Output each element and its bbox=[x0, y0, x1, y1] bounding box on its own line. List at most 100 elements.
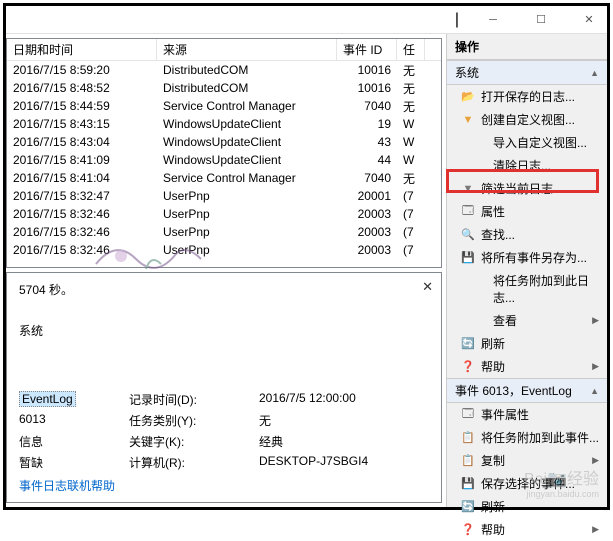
action-item[interactable]: 🗔 属性 bbox=[447, 200, 607, 223]
action-item[interactable]: 📂打开保存的日志... bbox=[447, 85, 607, 108]
submenu-arrow: ▶ bbox=[592, 361, 599, 372]
table-row[interactable]: 2016/7/15 8:44:59Service Control Manager… bbox=[7, 97, 441, 115]
action-item[interactable]: ▼ 创建自定义视图... bbox=[447, 108, 607, 131]
info-value: 信息 bbox=[19, 433, 129, 450]
table-row[interactable]: 2016/7/15 8:41:09WindowsUpdateClient44W bbox=[7, 151, 441, 169]
action-icon: 💾 bbox=[461, 251, 475, 265]
table-row[interactable]: 2016/7/15 8:32:46UserPnp20003(7 bbox=[7, 205, 441, 223]
action-label: 将任务附加到此事件... bbox=[481, 429, 599, 446]
section-system[interactable]: 系统▲ bbox=[447, 60, 607, 85]
actions-pane: 操作 系统▲ 📂打开保存的日志... ▼ 创建自定义视图... 导入自定义视图... 清… bbox=[447, 34, 607, 507]
action-label: 打开保存的日志... bbox=[481, 88, 599, 105]
col-id[interactable]: 事件 ID bbox=[337, 39, 397, 60]
taskcat-value: 无 bbox=[259, 412, 429, 429]
tmp-value: 暂缺 bbox=[19, 454, 129, 471]
pipe: | bbox=[455, 11, 459, 29]
action-item[interactable]: 💾 将所有事件另存为... bbox=[447, 246, 607, 269]
table-row[interactable]: 2016/7/15 8:32:46UserPnp20003(7 bbox=[7, 241, 441, 259]
action-icon: ❓ bbox=[461, 523, 475, 537]
keyword-value: 经典 bbox=[259, 433, 429, 450]
action-icon: 🔄 bbox=[461, 337, 475, 351]
actions-title: 操作 bbox=[447, 34, 607, 60]
action-item[interactable]: ❓ 帮助 ▶ bbox=[447, 355, 607, 378]
table-row[interactable]: 2016/7/15 8:32:46UserPnp20003(7 bbox=[7, 223, 441, 241]
keyword-label: 关键字(K): bbox=[129, 433, 259, 450]
table-row[interactable]: 2016/7/15 8:41:04Service Control Manager… bbox=[7, 169, 441, 187]
action-item[interactable]: 💾 保存选择的事件... bbox=[447, 472, 607, 495]
action-item[interactable]: 🗔 事件属性 bbox=[447, 403, 607, 426]
table-row[interactable]: 2016/7/15 8:59:20DistributedCOM10016无 bbox=[7, 61, 441, 79]
action-label: 刷新 bbox=[481, 335, 599, 352]
action-icon: 🔄 bbox=[461, 500, 475, 514]
action-item[interactable]: 导入自定义视图... bbox=[447, 131, 607, 154]
action-item[interactable]: 清除日志... bbox=[447, 154, 607, 177]
action-label: 将所有事件另存为... bbox=[481, 249, 599, 266]
action-label: 复制 bbox=[481, 452, 586, 469]
action-icon: ▼ bbox=[461, 113, 475, 127]
action-item[interactable]: ❓ 帮助 ▶ bbox=[447, 518, 607, 541]
table-row[interactable]: 2016/7/15 8:32:47UserPnp20001(7 bbox=[7, 187, 441, 205]
submenu-arrow: ▶ bbox=[592, 524, 599, 535]
col-task[interactable]: 任 bbox=[397, 39, 425, 60]
action-item[interactable]: 📋 复制 ▶ bbox=[447, 449, 607, 472]
collapse-icon: ▲ bbox=[590, 386, 599, 396]
table-row[interactable]: 2016/7/15 8:43:04WindowsUpdateClient43W bbox=[7, 133, 441, 151]
action-icon: 🗔 bbox=[461, 408, 475, 422]
action-label: 帮助 bbox=[481, 521, 586, 538]
detail-pane: ✕ 5704 秒。 系统 EventLog 记录时间(D): 2016/7/5 … bbox=[6, 272, 442, 503]
action-label: 事件属性 bbox=[481, 406, 599, 423]
action-icon: ❓ bbox=[461, 360, 475, 374]
uptime-text: 5704 秒。 bbox=[19, 281, 429, 298]
action-icon: 📋 bbox=[461, 454, 475, 468]
action-icon bbox=[473, 159, 487, 173]
table-header: 日期和时间 来源 事件 ID 任 bbox=[7, 39, 441, 61]
submenu-arrow: ▶ bbox=[592, 455, 599, 466]
action-item[interactable]: 🔄 刷新 bbox=[447, 332, 607, 355]
action-icon: 🔍 bbox=[461, 228, 475, 242]
action-icon: ▼ bbox=[461, 182, 475, 196]
action-label: 将任务附加到此日志... bbox=[493, 272, 599, 306]
taskcat-label: 任务类别(Y): bbox=[129, 412, 259, 429]
action-item[interactable]: 查看 ▶ bbox=[447, 309, 607, 332]
minimize-button[interactable]: ─ bbox=[479, 10, 507, 30]
action-label: 属性 bbox=[481, 203, 599, 220]
action-label: 清除日志... bbox=[493, 157, 599, 174]
submenu-arrow: ▶ bbox=[592, 315, 599, 326]
detail-close-icon[interactable]: ✕ bbox=[422, 279, 433, 295]
recordtime-label: 记录时间(D): bbox=[129, 391, 259, 408]
action-label: 帮助 bbox=[481, 358, 586, 375]
maximize-button[interactable]: ☐ bbox=[527, 10, 555, 30]
computer-value: DESKTOP-J7SBGI4 bbox=[259, 454, 429, 471]
sys-label: 系统 bbox=[19, 322, 429, 339]
action-icon: 💾 bbox=[461, 477, 475, 491]
action-item[interactable]: 将任务附加到此日志... bbox=[447, 269, 607, 309]
window-titlebar: | ─ ☐ ✕ bbox=[6, 6, 607, 34]
action-icon bbox=[473, 282, 487, 296]
action-label: 导入自定义视图... bbox=[493, 134, 599, 151]
col-source[interactable]: 来源 bbox=[157, 39, 337, 60]
code-value: 6013 bbox=[19, 412, 129, 429]
col-date[interactable]: 日期和时间 bbox=[7, 39, 157, 60]
action-label: 创建自定义视图... bbox=[481, 111, 599, 128]
action-label: 保存选择的事件... bbox=[481, 475, 599, 492]
close-button[interactable]: ✕ bbox=[575, 10, 603, 30]
recordtime-value: 2016/7/5 12:00:00 bbox=[259, 391, 429, 408]
table-row[interactable]: 2016/7/15 8:43:15WindowsUpdateClient19W bbox=[7, 115, 441, 133]
action-label: 查看 bbox=[493, 312, 586, 329]
event-table[interactable]: 日期和时间 来源 事件 ID 任 2016/7/15 8:59:20Distri… bbox=[6, 38, 442, 268]
action-icon: 🗔 bbox=[461, 205, 475, 219]
computer-label: 计算机(R): bbox=[129, 454, 259, 471]
eventlog-value[interactable]: EventLog bbox=[19, 391, 76, 407]
section-event[interactable]: 事件 6013，EventLog▲ bbox=[447, 378, 607, 403]
online-help-link[interactable]: 事件日志联机帮助 bbox=[19, 477, 429, 494]
collapse-icon: ▲ bbox=[590, 68, 599, 78]
action-icon bbox=[473, 136, 487, 150]
action-item[interactable]: 🔍查找... bbox=[447, 223, 607, 246]
action-icon: 📋 bbox=[461, 431, 475, 445]
table-row[interactable]: 2016/7/15 8:48:52DistributedCOM10016无 bbox=[7, 79, 441, 97]
action-item[interactable]: ▼ 筛选当前日志... bbox=[447, 177, 607, 200]
action-item[interactable]: 📋 将任务附加到此事件... bbox=[447, 426, 607, 449]
action-label: 刷新 bbox=[481, 498, 599, 515]
action-item[interactable]: 🔄 刷新 bbox=[447, 495, 607, 518]
action-label: 筛选当前日志... bbox=[481, 180, 599, 197]
